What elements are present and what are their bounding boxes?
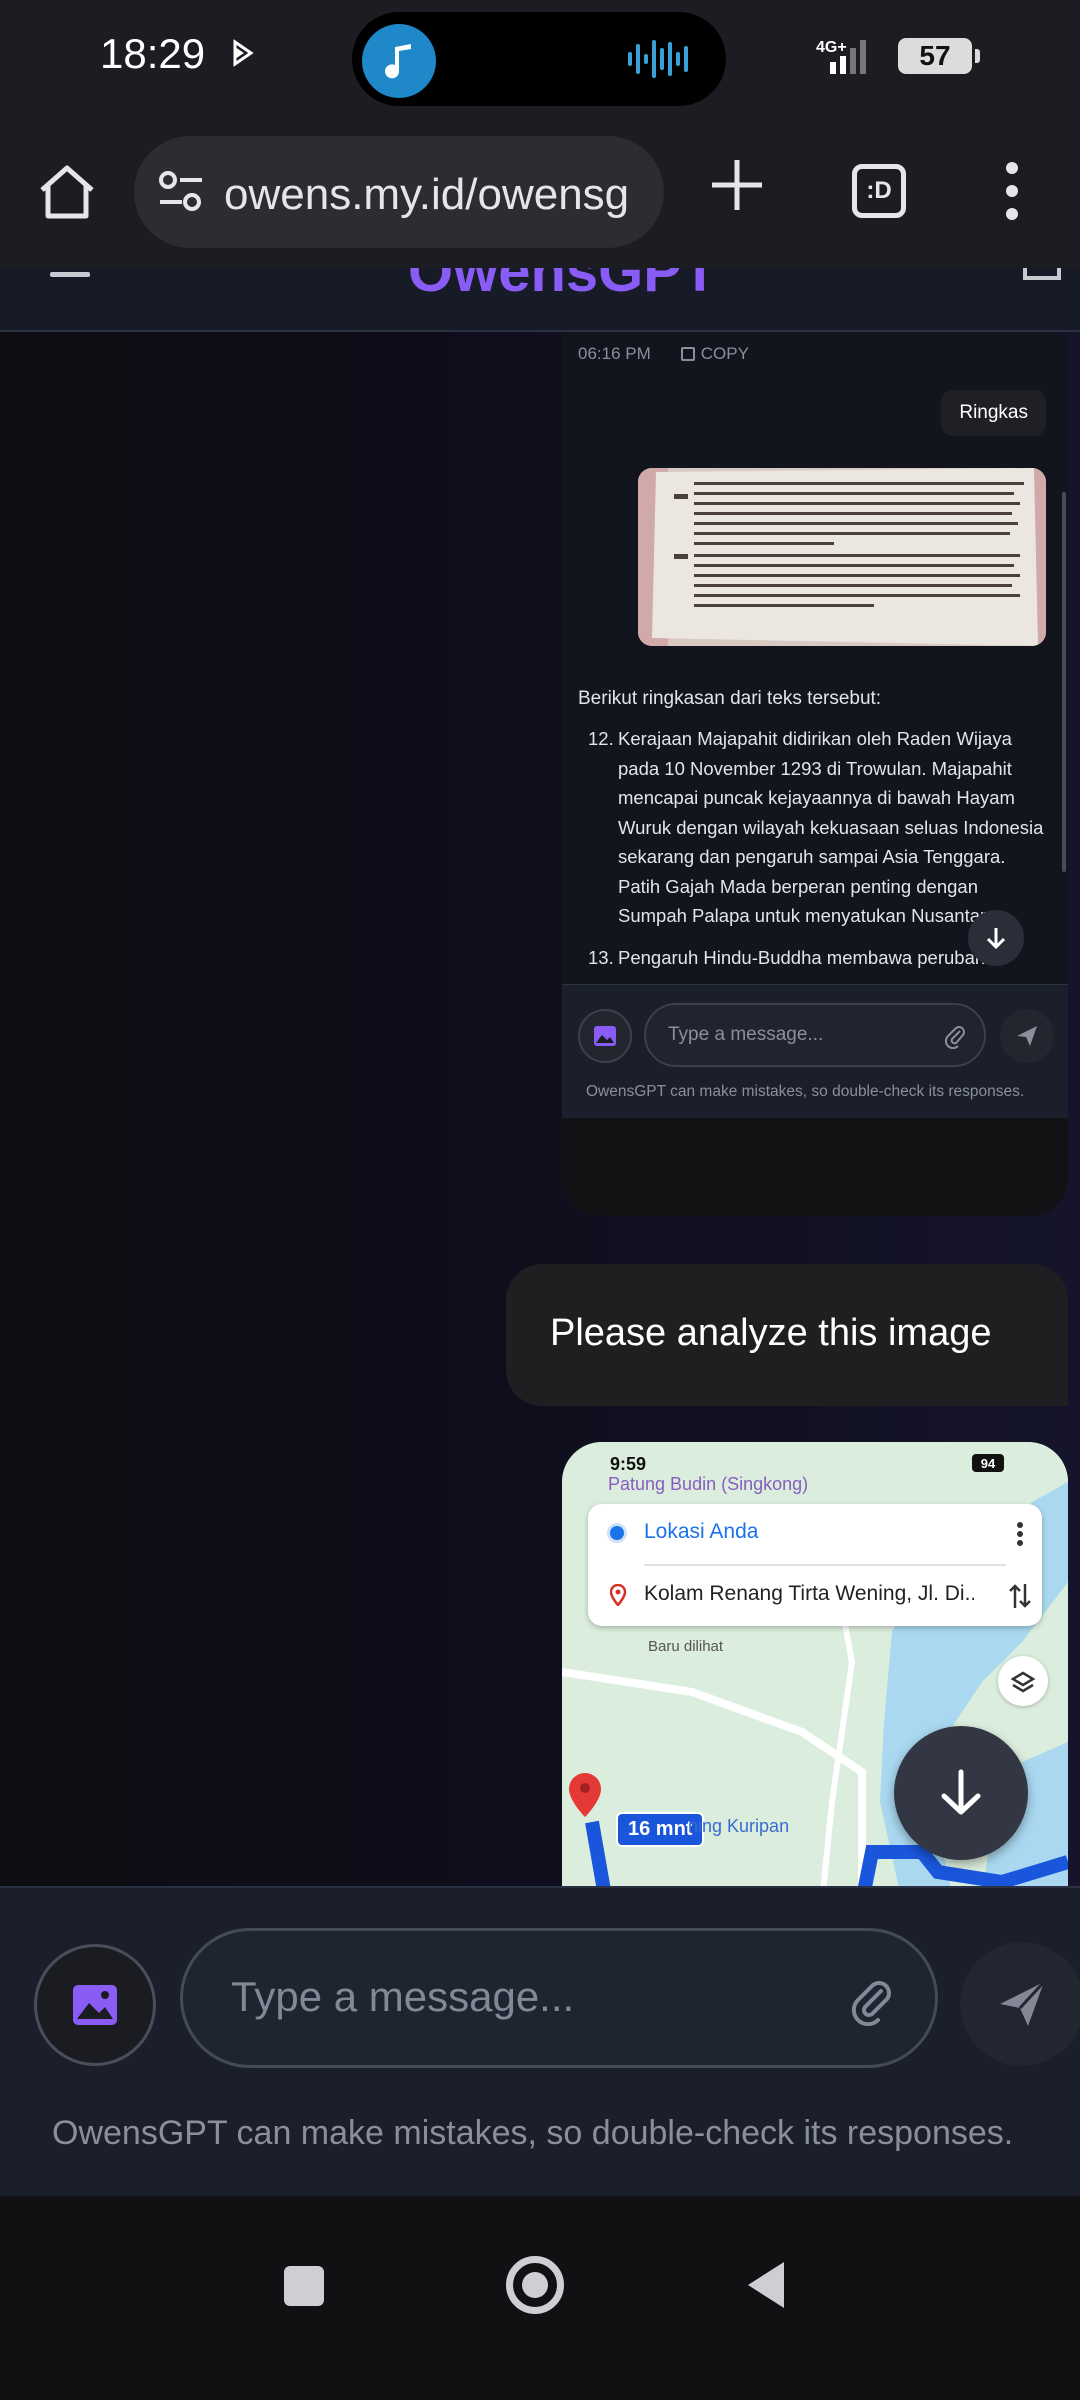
image-upload-button[interactable] [34, 1944, 156, 2066]
scroll-down-button[interactable] [894, 1726, 1028, 1860]
recents-button[interactable] [284, 2266, 324, 2306]
app-title: OwensGPT [408, 268, 718, 304]
message-time: 06:16 PM [578, 344, 651, 363]
copy-button: COPY [680, 344, 749, 364]
list-item: 12. Kerajaan Majapahit didirikan oleh Ra… [578, 724, 1050, 931]
screenshot-disclaimer: OwensGPT can make mistakes, so double-ch… [586, 1083, 1025, 1100]
list-text: Kerajaan Majapahit didirikan oleh Raden … [618, 728, 1044, 926]
more-icon [1017, 1522, 1023, 1546]
image-upload-icon [73, 1985, 117, 2025]
list-number: 13. [588, 946, 614, 968]
message-meta: 06:16 PM COPY [578, 344, 749, 364]
directions-card: Lokasi Anda Kolam Renang Tirta Wening, J… [588, 1504, 1042, 1626]
screenshot-screen: 06:16 PM COPY Ringkas Berikut ringkasan … [562, 332, 1068, 1118]
user-message-bubble: Please analyze this image [506, 1264, 1068, 1406]
home-button[interactable] [506, 2256, 564, 2314]
tab-switcher-button[interactable]: :D [852, 164, 906, 218]
scrollbar [1062, 492, 1066, 872]
map-place-label: Patung Budin (Singkong) [608, 1474, 809, 1494]
message-input-placeholder: Type a message... [231, 1973, 575, 2020]
browser-toolbar: owens.my.id/owensg :D [0, 118, 1080, 268]
textbook-photo [638, 468, 1046, 646]
layers-icon [998, 1656, 1048, 1706]
red-pin-icon [569, 1773, 601, 1817]
url-text: owens.my.id/owensg [224, 170, 630, 219]
site-settings-icon[interactable] [158, 170, 204, 214]
new-tab-icon[interactable] [708, 156, 766, 214]
copy-icon [680, 347, 695, 361]
network-type: 4G+ [816, 39, 847, 56]
origin-field: Lokasi Anda [644, 1520, 759, 1543]
audio-wave-icon [628, 40, 688, 78]
chat-page[interactable]: OwensGPT 06:16 PM COPY Ringkas Berikut r… [0, 268, 1080, 2196]
destination-pin-icon [610, 1584, 626, 1606]
user-prompt-bubble: Ringkas [941, 390, 1046, 436]
back-button[interactable] [744, 2260, 788, 2310]
arrow-down-icon [968, 910, 1024, 966]
status-time: 18:29 [100, 30, 206, 77]
home-icon[interactable] [36, 160, 98, 222]
send-icon [1000, 1980, 1046, 2026]
list-text: Pengaruh Hindu-Buddha membawa perubahan [618, 946, 1006, 968]
new-chat-icon[interactable] [1022, 268, 1062, 282]
input-placeholder: Type a message... [668, 1024, 824, 1045]
copy-label: COPY [700, 344, 749, 363]
music-note-icon[interactable] [362, 24, 436, 98]
assistant-intro: Berikut ringkasan dari teks tersebut: [578, 688, 882, 709]
hamburger-menu-icon[interactable] [50, 270, 90, 280]
screenshot-message-input: Type a message... [644, 1003, 986, 1067]
send-icon [1000, 1009, 1054, 1063]
swap-icon [1009, 1584, 1031, 1608]
divider [644, 1564, 1006, 1566]
address-bar[interactable]: owens.my.id/owensg [134, 136, 664, 248]
home-dot-icon [522, 2272, 548, 2298]
arrow-down-icon [941, 1769, 981, 1815]
signal-icon: 4G+ [816, 39, 866, 74]
destination-field: Kolam Renang Tirta Wening, Jl. Di... [644, 1582, 974, 1605]
map-place-label-bottom: ning Kuripan [688, 1816, 790, 1836]
list-number: 12. [588, 728, 614, 749]
user-message-text: Please analyze this image [550, 1312, 992, 1354]
message-composer: Type a message... OwensGPT can make mist… [0, 1886, 1080, 2196]
screenshot-image-message[interactable]: 06:16 PM COPY Ringkas Berikut ringkasan … [562, 332, 1068, 1216]
overflow-menu-icon[interactable] [1000, 160, 1024, 222]
origin-dot-icon [610, 1526, 624, 1540]
system-nav-bar [0, 2196, 1080, 2400]
battery-indicator: 57 [898, 38, 980, 74]
paperclip-icon [944, 1026, 965, 1049]
disclaimer-text: OwensGPT can make mistakes, so double-ch… [52, 2114, 1014, 2152]
app-header: OwensGPT [0, 268, 1080, 332]
send-button[interactable] [960, 1942, 1080, 2066]
image-upload-icon [578, 1009, 632, 1063]
media-play-icon [233, 39, 254, 67]
status-bar: 18:29 4G+ 57 [0, 0, 1080, 118]
message-input[interactable]: Type a message... [180, 1928, 938, 2068]
map-battery: 94 [972, 1454, 1004, 1472]
paperclip-icon[interactable] [851, 1975, 893, 2027]
map-small-label: Baru dilihat [648, 1638, 724, 1655]
screenshot-composer: Type a message... OwensGPT can make mist… [562, 984, 1068, 1118]
map-time: 9:59 [610, 1454, 647, 1474]
